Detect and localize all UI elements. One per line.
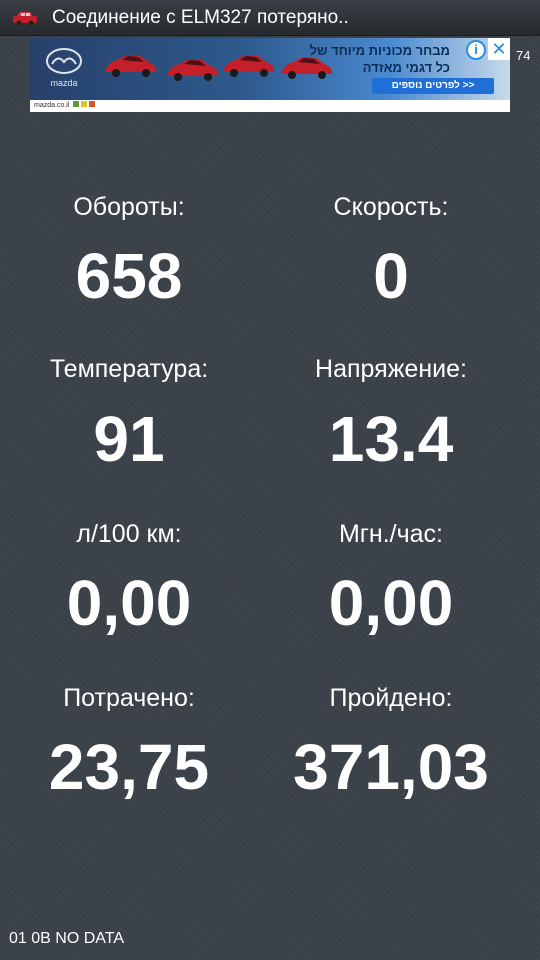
spent-value: 23,75 [48,731,210,803]
voltage-label: Напряжение: [315,355,467,383]
speed-label: Скорость: [333,193,449,221]
red-car-icon [12,10,38,26]
car-image-2 [167,59,218,81]
fuel-per-100km-value: 0,00 [66,567,192,639]
speed-value: 0 [373,240,409,312]
car-image-1 [105,55,156,77]
temperature-value: 91 [93,403,165,475]
mazda-logo-text: mazda [50,78,78,88]
status-bar: Соединение с ELM327 потеряно.. [0,0,540,36]
rating-badges-icon [71,101,96,109]
fuel-per-100km-label: л/100 км: [76,520,182,548]
connection-status-title: Соединение с ELM327 потеряно.. [52,6,349,28]
info-icon[interactable]: i [466,40,486,60]
instant-per-hour-label: Мгн./час: [338,520,444,548]
mazda-logo: mazda [38,46,90,94]
ad-main-area[interactable]: mazda מבחר מכוניות מיוחד של כל דגמי מאזד… [30,38,510,100]
ad-counter: 74 [516,48,531,63]
ad-cta-button[interactable]: << לפרטים נוספים [372,78,494,94]
ad-banner[interactable]: mazda מבחר מכוניות מיוחד של כל דגמי מאזד… [30,38,510,112]
close-icon[interactable]: ✕ [488,38,510,60]
rpm-value: 658 [75,240,183,312]
distance-value: 371,03 [293,731,489,803]
temperature-label: Температура: [49,355,209,383]
spent-label: Потрачено: [63,684,195,712]
obd-status-text: 01 0B NO DATA [9,930,124,947]
ad-headline: מבחר מכוניות מיוחד של כל דגמי מאזדה [309,43,450,75]
distance-label: Пройдено: [329,684,453,712]
ad-footer-url: mazda.co.il [34,102,70,109]
ad-footer: mazda.co.il [30,100,510,112]
instant-per-hour-value: 0,00 [328,567,454,639]
rpm-label: Обороты: [73,193,185,221]
voltage-value: 13.4 [328,403,454,475]
car-image-3 [223,55,274,77]
